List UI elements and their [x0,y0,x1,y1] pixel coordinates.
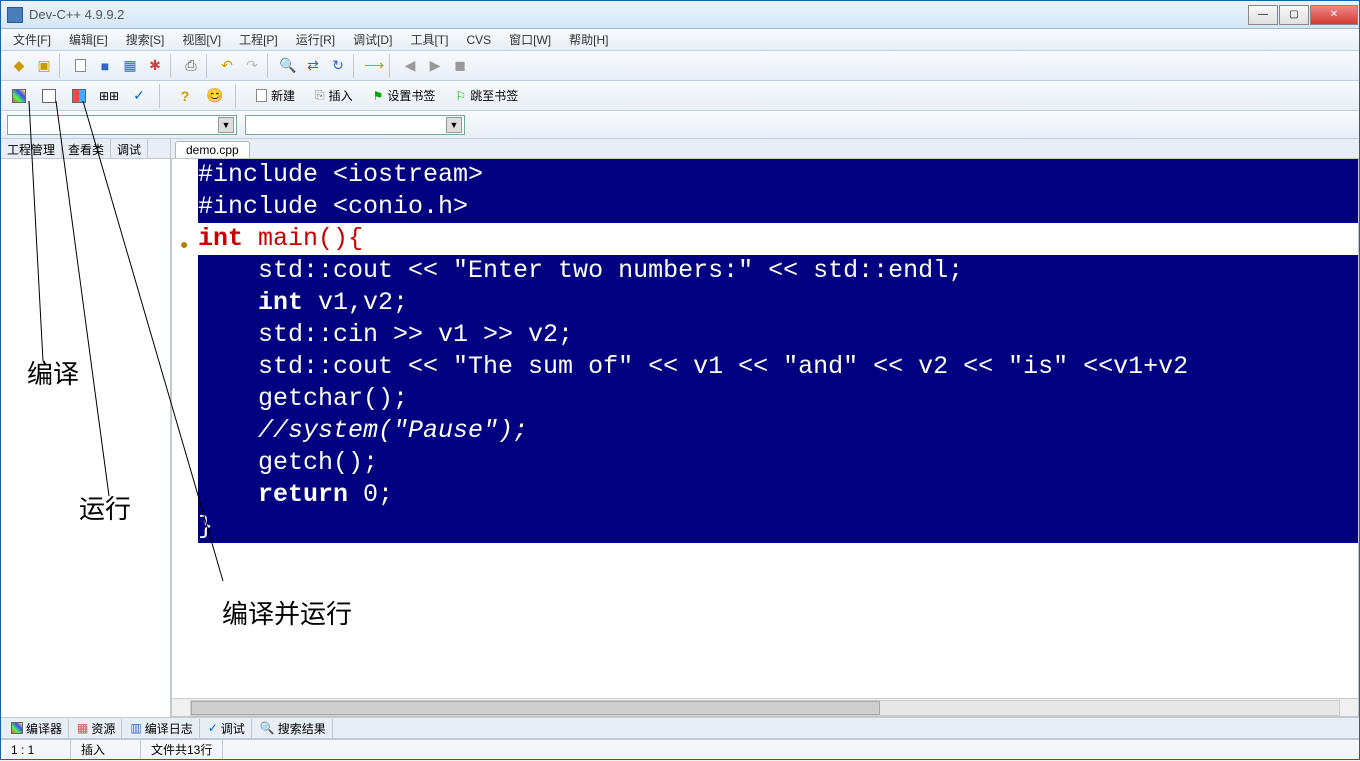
menu-tools[interactable]: 工具[T] [402,29,456,50]
find-icon[interactable]: 🔍 [276,54,300,78]
gear-icon[interactable]: ✱ [143,54,167,78]
nav-prev-icon[interactable]: ◀ [398,54,422,78]
sidebar: 工程管理 查看类 调试 编译 运行 [1,139,171,717]
menu-run[interactable]: 运行[R] [288,29,343,50]
page-icon[interactable] [68,54,92,78]
print-icon[interactable]: ⎙ [179,54,203,78]
menu-debug[interactable]: 调试[D] [345,29,400,50]
annotation-compile: 编译 [27,354,79,391]
code-line[interactable]: std::cout << "Enter two numbers:" << std… [182,255,1358,287]
close-button[interactable]: ✕ [1310,5,1358,25]
code-line[interactable]: std::cin >> v1 >> v2; [182,319,1358,351]
file-tabs: demo.cpp [171,139,1359,159]
goto-icon[interactable]: ⟶ [362,54,386,78]
new-label: 新建 [271,87,295,104]
toolbar-secondary: ⊞⊞ ✓ ? 😊 新建 ⎘插入 ⚑设置书签 ⚐跳至书签 [1,81,1359,111]
compile-run-icon[interactable] [67,84,91,108]
app-icon [7,7,23,23]
replace-icon[interactable]: ⇄ [301,54,325,78]
side-tab-debug[interactable]: 调试 [111,139,148,158]
saveall-icon[interactable]: ▦ [118,54,142,78]
btab-compiler[interactable]: 编译器 [5,719,69,738]
rebuild-icon[interactable]: ⊞⊞ [97,84,121,108]
btab-compile-log[interactable]: ▥编译日志 [124,719,199,738]
code-line[interactable]: //system("Pause"); [182,415,1358,447]
menu-file[interactable]: 文件[F] [5,29,59,50]
status-lines: 文件共13行 [141,740,223,759]
minimize-button[interactable]: — [1248,5,1278,25]
menu-view[interactable]: 视图[V] [174,29,229,50]
findnext-icon[interactable]: ↻ [326,54,350,78]
title-bar: Dev-C++ 4.9.9.2 — ▢ ✕ [1,1,1359,29]
class-combo[interactable]: ▼ [7,115,237,135]
side-tab-classes[interactable]: 查看类 [62,139,111,158]
horizontal-scrollbar[interactable] [172,698,1358,716]
maximize-button[interactable]: ▢ [1279,5,1309,25]
file-tab-demo[interactable]: demo.cpp [175,141,250,158]
goto-bookmark-button[interactable]: ⚐跳至书签 [448,84,525,107]
menu-help[interactable]: 帮助[H] [561,29,616,50]
undo-icon[interactable]: ↶ [215,54,239,78]
code-line[interactable]: int v1,v2; [182,287,1358,319]
goto-bookmark-label: 跳至书签 [470,87,518,104]
toolbar-main: ◆ ▣ ■ ▦ ✱ ⎙ ↶ ↷ 🔍 ⇄ ↻ ⟶ ◀ ▶ ◼ [1,51,1359,81]
nav-next-icon[interactable]: ▶ [423,54,447,78]
annotation-run: 运行 [79,489,131,526]
menu-bar: 文件[F] 编辑[E] 搜索[S] 视图[V] 工程[P] 运行[R] 调试[D… [1,29,1359,51]
code-line[interactable]: getch(); [182,447,1358,479]
code-line[interactable]: #include <iostream> [182,159,1358,191]
code-line[interactable]: } [182,511,1358,543]
menu-window[interactable]: 窗口[W] [501,29,559,50]
btab-resource[interactable]: ▦资源 [71,719,122,738]
status-bar: 1 : 1 插入 文件共13行 [1,739,1359,759]
btab-debug[interactable]: ✓调试 [202,719,252,738]
set-bookmark-label: 设置书签 [387,87,435,104]
sidebar-body: 编译 运行 [1,159,170,717]
open-icon[interactable]: ▣ [32,54,56,78]
code-line[interactable]: std::cout << "The sum of" << v1 << "and"… [182,351,1358,383]
compile-icon[interactable] [7,84,31,108]
annotation-compile-run: 编译并运行 [222,594,352,631]
member-combo[interactable]: ▼ [245,115,465,135]
insert-label: 插入 [329,87,353,104]
menu-project[interactable]: 工程[P] [231,29,286,50]
code-line[interactable]: ●int main(){ [182,223,1358,255]
menu-cvs[interactable]: CVS [458,31,499,49]
redo-icon[interactable]: ↷ [240,54,264,78]
side-tab-project[interactable]: 工程管理 [1,139,62,158]
btab-search[interactable]: 🔍搜索结果 [254,719,333,738]
status-pos: 1 : 1 [1,740,71,759]
menu-edit[interactable]: 编辑[E] [61,29,116,50]
set-bookmark-button[interactable]: ⚑设置书签 [366,84,443,107]
save-icon[interactable]: ■ [93,54,117,78]
help-icon[interactable]: ? [173,84,197,108]
run-icon[interactable] [37,84,61,108]
new-button[interactable]: 新建 [249,84,302,107]
code-line[interactable]: #include <conio.h> [182,191,1358,223]
menu-search[interactable]: 搜索[S] [118,29,173,50]
shield-icon[interactable]: ◆ [7,54,31,78]
window-title: Dev-C++ 4.9.9.2 [29,7,124,22]
code-line[interactable]: getchar(); [182,383,1358,415]
code-editor[interactable]: #include <iostream>#include <conio.h>●in… [171,159,1359,717]
combo-row: ▼ ▼ [1,111,1359,139]
status-mode: 插入 [71,740,141,759]
code-line[interactable]: return 0; [182,479,1358,511]
debug-icon[interactable]: ✓ [127,84,151,108]
stop-icon[interactable]: ◼ [448,54,472,78]
about-icon[interactable]: 😊 [203,84,227,108]
bottom-tabs: 编译器 ▦资源 ▥编译日志 ✓调试 🔍搜索结果 [1,717,1359,739]
insert-button[interactable]: ⎘插入 [308,84,360,107]
